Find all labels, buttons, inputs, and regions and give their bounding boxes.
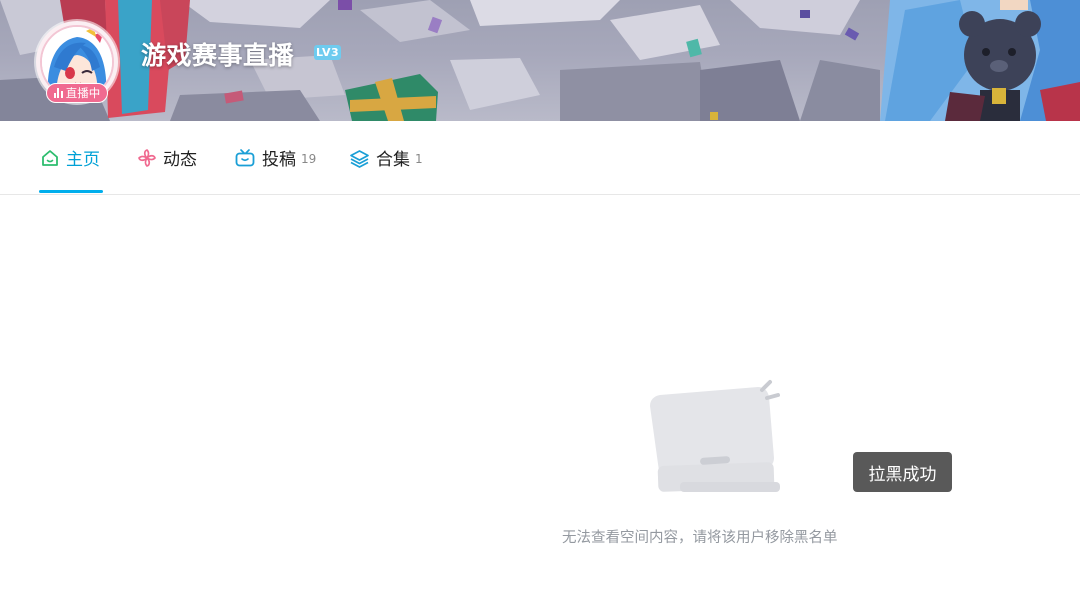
level-badge: LV3 (314, 45, 342, 60)
active-tab-indicator (39, 190, 103, 193)
tab-home[interactable]: 主页 (40, 121, 100, 194)
username: 游戏赛事直播 (141, 41, 295, 70)
tab-dynamic[interactable]: 动态 (137, 121, 197, 194)
avatar[interactable]: 直播中 (36, 21, 118, 103)
profile-tab-bar: 主页 动态 投稿 19 合集 1 (0, 121, 1080, 195)
tv-icon (235, 148, 255, 166)
tab-uploads-count: 19 (301, 151, 317, 166)
layers-icon (350, 149, 369, 168)
profile-banner: 直播中 游戏赛事直播 LV3 (0, 0, 1080, 121)
live-signal-icon (53, 88, 63, 98)
home-icon (42, 149, 58, 166)
pinwheel-icon (138, 148, 156, 167)
tab-uploads[interactable]: 投稿 19 (234, 121, 316, 194)
tab-home-label: 主页 (66, 150, 100, 170)
tab-dynamic-label: 动态 (163, 150, 197, 170)
toast-message: 拉黑成功 (853, 452, 952, 492)
tab-collections[interactable]: 合集 1 (349, 121, 423, 194)
tab-uploads-label: 投稿 (262, 150, 296, 170)
tab-collections-count: 1 (415, 151, 423, 166)
live-badge-label: 直播中 (65, 86, 101, 100)
empty-state-message: 无法查看空间内容，请将该用户移除黑名单 (562, 530, 838, 546)
empty-laptop-icon (650, 380, 780, 492)
tab-collections-label: 合集 (376, 150, 410, 170)
live-badge[interactable]: 直播中 (46, 83, 108, 103)
